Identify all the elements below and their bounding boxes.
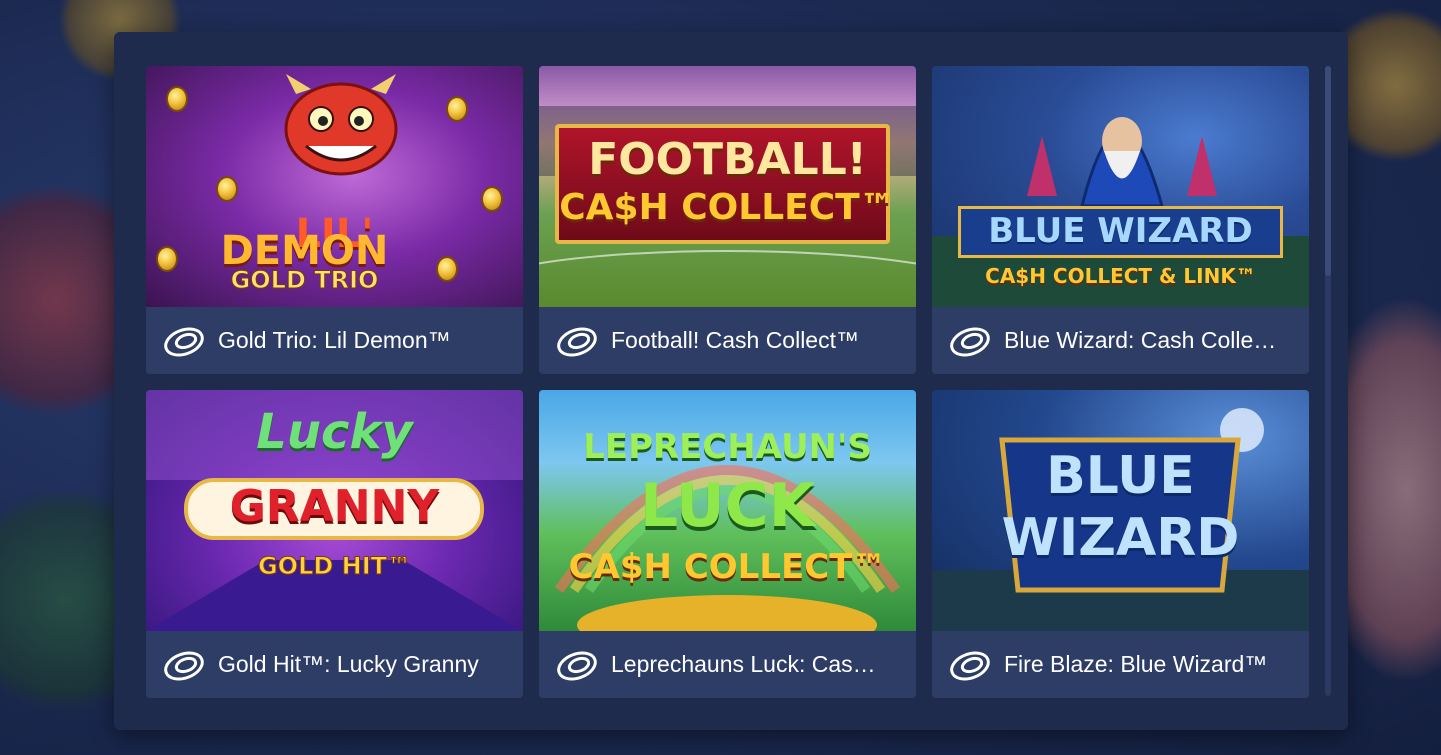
coin-decoration [166,86,188,112]
game-title: Fire Blaze: Blue Wizard™ [1004,651,1268,677]
game-caption[interactable]: Gold Hit™: Lucky Granny [146,631,523,698]
game-art-title: LEPRECHAUN'S [583,427,872,467]
scrollbar[interactable] [1325,66,1331,696]
game-art-subtitle: GOLD TRIO [230,266,379,294]
playtech-logo-icon [950,326,990,357]
game-caption[interactable]: Blue Wizard: Cash Colle… [932,307,1309,374]
game-art-title: GRANNY [229,481,440,532]
game-title: Football! Cash Collect™ [611,327,859,353]
game-art-subtitle: CA$H COLLECT™ [559,187,896,228]
game-art-subtitle: GOLD HIT™ [257,552,412,580]
coin-decoration [481,186,503,212]
game-tile-fire-blaze-blue-wizard[interactable]: BLUE WIZARD Fire Blaze: Blue Wizard™ [932,390,1309,698]
game-art-title: Lucky [256,404,413,460]
demon-character-icon [284,74,398,176]
game-title: Leprechauns Luck: Cas… [611,651,876,677]
playtech-logo-icon [557,326,597,357]
game-thumbnail[interactable]: FOOTBALL! CA$H COLLECT™ [539,66,916,307]
game-tile-blue-wizard-cash-collect[interactable]: BLUE WIZARD CA$H COLLECT & LINK™ Blue Wi… [932,66,1309,374]
game-thumbnail[interactable]: BLUE WIZARD CA$H COLLECT & LINK™ [932,66,1309,307]
playtech-logo-icon [164,650,204,681]
game-art-title: WIZARD [1001,508,1240,568]
game-title: Gold Trio: Lil Demon™ [218,327,451,353]
playtech-logo-icon [950,650,990,681]
game-title: Gold Hit™: Lucky Granny [218,651,479,677]
game-tile-lil-demon[interactable]: LIL' DEMON GOLD TRIO Gold Trio: Lil Demo… [146,66,523,374]
game-art-title: BLUE WIZARD [988,211,1253,251]
game-thumbnail[interactable]: LEPRECHAUN'S LUCK CA$H COLLECT™ [539,390,916,631]
game-tile-lucky-granny[interactable]: Lucky GRANNY GOLD HIT™ Gold Hit™: Lucky … [146,390,523,698]
game-art-subtitle: CA$H COLLECT & LINK™ [985,264,1256,288]
game-art-title: LUCK [639,471,816,541]
game-tile-football-cash-collect[interactable]: FOOTBALL! CA$H COLLECT™ Football! Cash C… [539,66,916,374]
game-art-subtitle: CA$H COLLECT™ [568,547,887,587]
game-caption[interactable]: Fire Blaze: Blue Wizard™ [932,631,1309,698]
game-title: Blue Wizard: Cash Colle… [1004,327,1277,353]
playtech-logo-icon [164,326,204,357]
game-thumbnail[interactable]: LIL' DEMON GOLD TRIO [146,66,523,307]
coin-decoration [216,176,238,202]
game-caption[interactable]: Gold Trio: Lil Demon™ [146,307,523,374]
game-art-title: DEMON [220,228,389,274]
scrollbar-thumb[interactable] [1325,66,1331,276]
game-thumbnail[interactable]: Lucky GRANNY GOLD HIT™ [146,390,523,631]
game-tile-leprechauns-luck[interactable]: LEPRECHAUN'S LUCK CA$H COLLECT™ Leprecha… [539,390,916,698]
game-thumbnail[interactable]: BLUE WIZARD [932,390,1309,631]
game-caption[interactable]: Leprechauns Luck: Cas… [539,631,916,698]
game-caption[interactable]: Football! Cash Collect™ [539,307,916,374]
coin-decoration [446,96,468,122]
playtech-logo-icon [557,650,597,681]
game-art-title: BLUE [1046,446,1195,506]
game-art-title: FOOTBALL! [588,134,867,185]
